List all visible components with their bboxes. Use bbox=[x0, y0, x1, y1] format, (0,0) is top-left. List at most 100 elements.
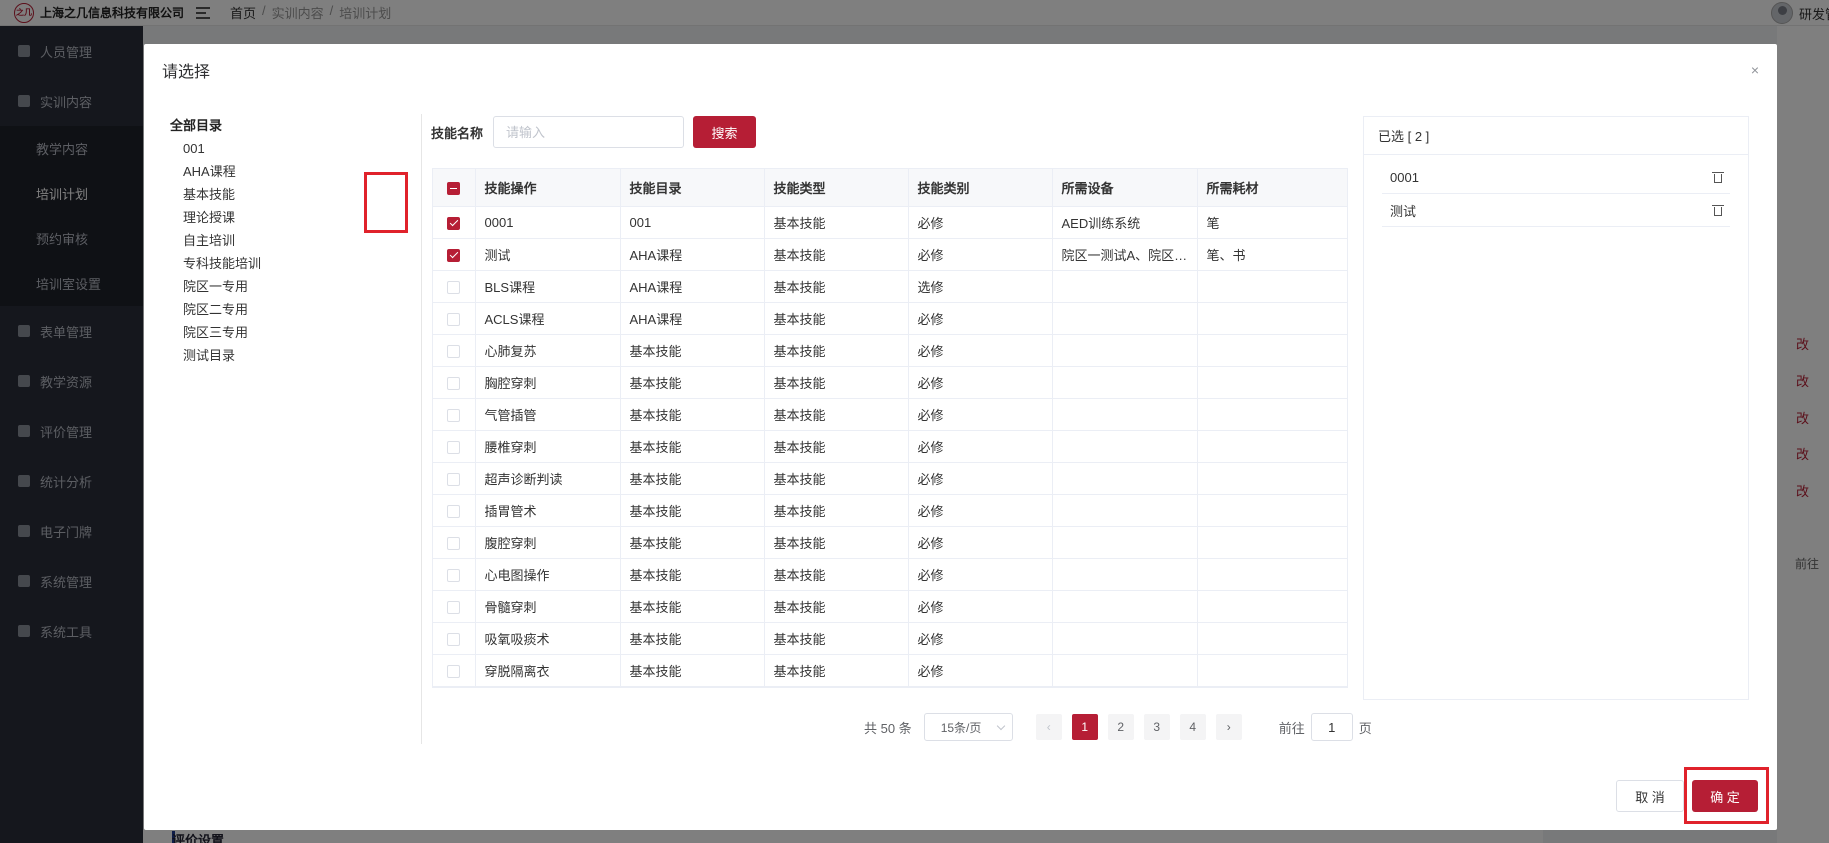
tree-node[interactable]: 院区二专用 bbox=[170, 298, 410, 321]
table-row[interactable]: 气管插管 基本技能 基本技能 必修 bbox=[433, 398, 1347, 431]
search-button[interactable]: 搜索 bbox=[693, 116, 756, 148]
table-cell: 基本技能 bbox=[764, 654, 909, 687]
tree-node[interactable]: 理论授课 bbox=[170, 206, 410, 229]
page-button[interactable]: 3 bbox=[1143, 714, 1170, 740]
row-checkbox-cell bbox=[433, 494, 476, 527]
table-row[interactable]: 胸腔穿刺 基本技能 基本技能 必修 bbox=[433, 366, 1347, 399]
table-cell bbox=[1052, 366, 1198, 399]
column-header: 所需设备 bbox=[1052, 169, 1198, 207]
row-checkbox[interactable] bbox=[447, 408, 461, 422]
row-checkbox[interactable] bbox=[447, 216, 461, 230]
tree-node[interactable]: 自主培训 bbox=[170, 229, 410, 252]
tree-node[interactable]: 院区三专用 bbox=[170, 321, 410, 344]
trash-icon[interactable] bbox=[1712, 204, 1724, 217]
table-cell: 笔 bbox=[1197, 206, 1347, 239]
table-cell: 基本技能 bbox=[764, 622, 909, 655]
row-checkbox[interactable] bbox=[447, 312, 461, 326]
table-cell bbox=[1052, 334, 1198, 367]
table-cell: 基本技能 bbox=[620, 462, 765, 495]
table-cell bbox=[1197, 590, 1347, 623]
skill-name-input[interactable] bbox=[493, 116, 684, 148]
row-checkbox[interactable] bbox=[447, 248, 461, 262]
table-cell: 基本技能 bbox=[620, 366, 765, 399]
table-row[interactable]: 腰椎穿刺 基本技能 基本技能 必修 bbox=[433, 430, 1347, 463]
table-row[interactable]: 穿脱隔离衣 基本技能 基本技能 必修 bbox=[433, 654, 1347, 687]
row-checkbox[interactable] bbox=[447, 632, 461, 646]
tree-node[interactable]: 专科技能培训 bbox=[170, 252, 410, 275]
page-button[interactable]: 1 bbox=[1071, 714, 1098, 740]
table-cell: ACLS课程 bbox=[475, 302, 621, 335]
table-row[interactable]: BLS课程 AHA课程 基本技能 选修 bbox=[433, 270, 1347, 303]
table-row[interactable]: 测试 AHA课程 基本技能 必修 院区一测试A、院区… 笔、书 bbox=[433, 238, 1347, 271]
table-cell: 基本技能 bbox=[620, 590, 765, 623]
trash-icon[interactable] bbox=[1712, 171, 1724, 184]
tree-node[interactable]: AHA课程 bbox=[170, 160, 410, 183]
goto-page-input[interactable] bbox=[1310, 713, 1353, 741]
table-row[interactable]: ACLS课程 AHA课程 基本技能 必修 bbox=[433, 302, 1347, 335]
table-cell: 必修 bbox=[908, 590, 1053, 623]
row-checkbox-cell bbox=[433, 622, 476, 655]
row-checkbox[interactable] bbox=[447, 600, 461, 614]
table-cell: 吸氧吸痰术 bbox=[475, 622, 621, 655]
confirm-button[interactable]: 确 定 bbox=[1692, 780, 1758, 812]
table-cell bbox=[1197, 302, 1347, 335]
row-checkbox[interactable] bbox=[447, 568, 461, 582]
table-cell bbox=[1197, 526, 1347, 559]
table-row[interactable]: 骨髓穿刺 基本技能 基本技能 必修 bbox=[433, 590, 1347, 623]
selected-item: 测试 bbox=[1382, 194, 1730, 227]
next-page-button[interactable]: › bbox=[1215, 714, 1242, 740]
close-icon[interactable]: × bbox=[1751, 62, 1759, 78]
table-cell: 心电图操作 bbox=[475, 558, 621, 591]
row-checkbox[interactable] bbox=[447, 280, 461, 294]
table-row[interactable]: 0001 001 基本技能 必修 AED训练系统笔 bbox=[433, 206, 1347, 239]
table-cell: AED训练系统 bbox=[1052, 206, 1198, 239]
tree-node[interactable]: 院区一专用 bbox=[170, 275, 410, 298]
page-button[interactable]: 2 bbox=[1107, 714, 1134, 740]
total-count: 共 50 条 bbox=[864, 720, 912, 736]
page-size-value: 15条/页 bbox=[940, 720, 982, 735]
select-all-checkbox[interactable] bbox=[447, 181, 461, 195]
row-checkbox[interactable] bbox=[447, 376, 461, 390]
dialog-title: 请选择 bbox=[162, 64, 211, 81]
row-checkbox-cell bbox=[433, 270, 476, 303]
tree-node[interactable]: 测试目录 bbox=[170, 344, 410, 367]
cancel-button[interactable]: 取 消 bbox=[1616, 780, 1684, 812]
selected-list: 0001 测试 bbox=[1364, 155, 1748, 227]
table-cell: 必修 bbox=[908, 654, 1053, 687]
table-cell: 必修 bbox=[908, 206, 1053, 239]
table-row[interactable]: 吸氧吸痰术 基本技能 基本技能 必修 bbox=[433, 622, 1347, 655]
row-checkbox[interactable] bbox=[447, 472, 461, 486]
table-cell: 基本技能 bbox=[764, 398, 909, 431]
row-checkbox-cell bbox=[433, 590, 476, 623]
table-cell: 必修 bbox=[908, 334, 1053, 367]
tree-node[interactable]: 基本技能 bbox=[170, 183, 410, 206]
row-checkbox[interactable] bbox=[447, 504, 461, 518]
table-cell bbox=[1052, 462, 1198, 495]
table-cell: 院区一测试A、院区… bbox=[1052, 238, 1198, 271]
table-row[interactable]: 插胃管术 基本技能 基本技能 必修 bbox=[433, 494, 1347, 527]
table-cell: 骨髓穿刺 bbox=[475, 590, 621, 623]
tree-root[interactable]: 全部目录 bbox=[170, 114, 410, 137]
table-cell: 胸腔穿刺 bbox=[475, 366, 621, 399]
row-checkbox[interactable] bbox=[447, 536, 461, 550]
table-cell: 基本技能 bbox=[620, 558, 765, 591]
table-cell: 基本技能 bbox=[764, 206, 909, 239]
table-cell: 必修 bbox=[908, 430, 1053, 463]
row-checkbox[interactable] bbox=[447, 344, 461, 358]
table-row[interactable]: 腹腔穿刺 基本技能 基本技能 必修 bbox=[433, 526, 1347, 559]
tree-node[interactable]: 001 bbox=[170, 137, 410, 160]
row-checkbox[interactable] bbox=[447, 440, 461, 454]
page-button[interactable]: 4 bbox=[1179, 714, 1206, 740]
row-checkbox[interactable] bbox=[447, 664, 461, 678]
table-cell bbox=[1197, 494, 1347, 527]
table-cell bbox=[1052, 526, 1198, 559]
table-cell: 必修 bbox=[908, 462, 1053, 495]
table-row[interactable]: 心电图操作 基本技能 基本技能 必修 bbox=[433, 558, 1347, 591]
page-size-select[interactable]: 15条/页 bbox=[923, 713, 1013, 741]
table-cell: AHA课程 bbox=[620, 270, 765, 303]
table-row[interactable]: 超声诊断判读 基本技能 基本技能 必修 bbox=[433, 462, 1347, 495]
table-cell: AHA课程 bbox=[620, 238, 765, 271]
prev-page-button[interactable]: ‹ bbox=[1035, 714, 1062, 740]
table-row[interactable]: 心肺复苏 基本技能 基本技能 必修 bbox=[433, 334, 1347, 367]
column-header: 技能类别 bbox=[908, 169, 1053, 207]
